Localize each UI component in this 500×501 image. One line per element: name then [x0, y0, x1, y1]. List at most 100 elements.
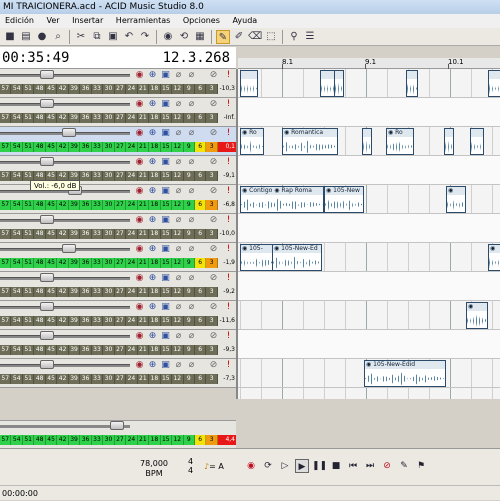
envelope-icon[interactable]: ⌀	[186, 331, 197, 342]
menu-ayuda[interactable]: Ayuda	[227, 14, 262, 28]
volume-fader[interactable]	[0, 306, 130, 309]
audio-clip[interactable]: ◉	[488, 244, 500, 271]
menu-insertar[interactable]: Insertar	[67, 14, 108, 28]
lock-icon[interactable]: ⌀	[173, 70, 184, 81]
audio-clip[interactable]	[362, 128, 372, 155]
mute-icon[interactable]: ⊘	[208, 215, 219, 226]
lock-icon[interactable]: ⌀	[173, 128, 184, 139]
fx-icon[interactable]: ▣	[160, 70, 171, 81]
volume-fader-knob[interactable]	[40, 302, 54, 311]
volume-fader-knob[interactable]	[40, 331, 54, 340]
envelope-icon[interactable]: ⌀	[186, 273, 197, 284]
play-from-start-button[interactable]: ▷	[278, 459, 292, 473]
audio-clip[interactable]	[240, 70, 258, 97]
volume-fader-knob[interactable]	[40, 273, 54, 282]
lock-icon[interactable]: ⌀	[173, 215, 184, 226]
record-arm-icon[interactable]: ◉	[134, 99, 145, 110]
solo-icon[interactable]: !	[223, 360, 234, 371]
record-arm-icon[interactable]: ◉	[134, 157, 145, 168]
audio-clip[interactable]: ◉ 105-New-Edid	[364, 360, 446, 387]
audio-clip[interactable]	[488, 70, 500, 97]
key-display[interactable]: ♪= A	[204, 462, 224, 471]
track-header[interactable]: ◉ ⊕ ▣ ⌀ ⌀ ⊘! 57 54 51 48 45 42 39 36 33 30 27 24 21 18 15 12 9…	[0, 330, 236, 359]
menu-opciones[interactable]: Opciones	[178, 14, 225, 28]
record-arm-icon[interactable]: ◉	[134, 302, 145, 313]
snap-icon[interactable]: ⚲	[287, 30, 301, 44]
fx-icon[interactable]: ▣	[160, 128, 171, 139]
mute-icon[interactable]: ⊘	[208, 157, 219, 168]
lock-icon[interactable]: ⌀	[173, 273, 184, 284]
draw-icon[interactable]: ✎	[216, 29, 230, 44]
volume-fader[interactable]	[0, 74, 130, 77]
audio-clip[interactable]: ◉ 105-New	[324, 186, 364, 213]
bypass-icon[interactable]: ⊕	[147, 244, 158, 255]
bypass-icon[interactable]: ⊕	[147, 186, 158, 197]
mute-icon[interactable]: ⊘	[208, 186, 219, 197]
bypass-icon[interactable]: ⊕	[147, 331, 158, 342]
fx-icon[interactable]: ▣	[160, 186, 171, 197]
mute-icon[interactable]: ⊘	[208, 128, 219, 139]
solo-icon[interactable]: !	[223, 244, 234, 255]
undo-icon[interactable]: ↶	[122, 30, 136, 44]
audio-clip[interactable]: ◉	[466, 302, 488, 329]
volume-fader[interactable]	[0, 364, 130, 367]
paste-icon[interactable]: ▣	[106, 30, 120, 44]
volume-fader[interactable]	[0, 277, 130, 280]
solo-icon[interactable]: !	[223, 273, 234, 284]
audio-clip[interactable]	[470, 128, 484, 155]
mute-icon[interactable]: ⊘	[208, 70, 219, 81]
audio-clip[interactable]: ◉ Contigo ◉ Rap Roma	[240, 186, 324, 213]
bypass-icon[interactable]: ⊕	[147, 157, 158, 168]
metronome-button[interactable]: ⊘	[380, 459, 394, 473]
loop-icon[interactable]: ⟲	[177, 30, 191, 44]
volume-fader[interactable]	[0, 103, 130, 106]
fx-icon[interactable]: ▣	[160, 273, 171, 284]
mute-icon[interactable]: ⊘	[208, 302, 219, 313]
track-lane[interactable]	[238, 69, 500, 98]
track-header[interactable]: ◉ ⊕ ▣ ⌀ ⌀ ⊘! 57 54 51 48 45 42 39 36 33 30 27 24 21 18 15 12 9…	[0, 127, 236, 156]
solo-icon[interactable]: !	[223, 128, 234, 139]
solo-icon[interactable]: !	[223, 70, 234, 81]
record-icon[interactable]: ◉	[161, 30, 175, 44]
audio-clip[interactable]: ◉ 105-	[240, 244, 274, 271]
solo-icon[interactable]: !	[223, 157, 234, 168]
record-arm-icon[interactable]: ◉	[134, 70, 145, 81]
fx-icon[interactable]: ▣	[160, 244, 171, 255]
fx-icon[interactable]: ▣	[160, 302, 171, 313]
volume-fader-knob[interactable]	[62, 244, 76, 253]
master-fader-knob[interactable]	[110, 421, 124, 430]
cut-icon[interactable]: ✂	[74, 30, 88, 44]
track-header[interactable]: ◉ ⊕ ▣ ⌀ ⌀ ⊘! 57 54 51 48 45 42 39 36 33 30 27 24 21 18 15 12 9…	[0, 98, 236, 127]
bypass-icon[interactable]: ⊕	[147, 302, 158, 313]
lock-icon[interactable]: ⌀	[173, 360, 184, 371]
record-arm-icon[interactable]: ◉	[134, 360, 145, 371]
audio-clip[interactable]: ◉ Ro	[386, 128, 414, 155]
go-to-end-button[interactable]: ⏭	[363, 459, 377, 473]
record-arm-icon[interactable]: ◉	[134, 215, 145, 226]
pause-button[interactable]: ❚❚	[312, 459, 327, 473]
redo-icon[interactable]: ↷	[138, 30, 152, 44]
envelope-icon[interactable]: ⌀	[186, 128, 197, 139]
volume-fader-knob[interactable]	[40, 70, 54, 79]
track-lane[interactable]	[238, 98, 500, 127]
track-lane[interactable]	[238, 301, 500, 330]
record-arm-icon[interactable]: ◉	[134, 244, 145, 255]
lock-icon[interactable]: ⌀	[173, 186, 184, 197]
user-icon[interactable]: ●	[35, 30, 49, 44]
menu-ver[interactable]: Ver	[42, 14, 65, 28]
bypass-icon[interactable]: ⊕	[147, 128, 158, 139]
menu-herramientas[interactable]: Herramientas	[111, 14, 176, 28]
volume-fader-knob[interactable]	[40, 157, 54, 166]
time-signature[interactable]: 4 4	[188, 457, 193, 475]
fx-icon[interactable]: ▣	[160, 99, 171, 110]
record-arm-icon[interactable]: ◉	[134, 273, 145, 284]
mute-icon[interactable]: ⊘	[208, 331, 219, 342]
track-header[interactable]: ◉ ⊕ ▣ ⌀ ⌀ ⊘! 57 54 51 48 45 42 39 36 33 30 27 24 21 18 15 12 9…	[0, 359, 236, 388]
timeline-ruler[interactable]: 8.1 9.1 10.1	[238, 58, 500, 69]
track-header[interactable]: ◉ ⊕ ▣ ⌀ ⌀ ⊘! 57 54 51 48 45 42 39 36 33 30 27 24 21 18 15 12 9…	[0, 243, 236, 272]
volume-fader-knob[interactable]	[62, 128, 76, 137]
volume-fader-knob[interactable]	[40, 360, 54, 369]
audio-clip[interactable]	[406, 70, 418, 97]
track-timeline[interactable]: ◉ Ro ◉ Romantica ◉ Ro ◉ Contigo ◉ Rap Ro…	[238, 69, 500, 399]
track-header[interactable]: ◉ ⊕ ▣ ⌀ ⌀ ⊘! 57 54 51 48 45 42 39 36 33 30 27 24 21 18 15 12 9…	[0, 214, 236, 243]
